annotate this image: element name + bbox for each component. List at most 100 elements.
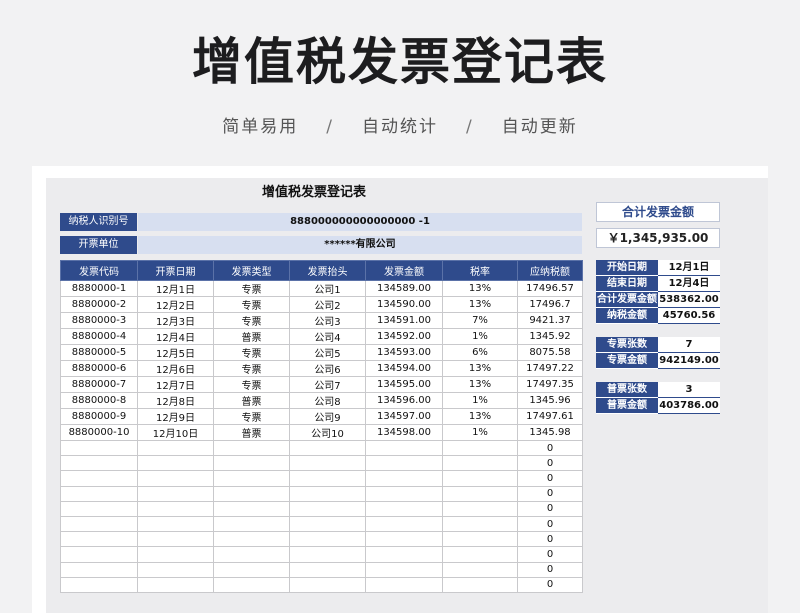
- table-cell[interactable]: [289, 561, 366, 578]
- table-cell[interactable]: 12月3日: [137, 312, 214, 329]
- table-cell[interactable]: [137, 470, 214, 487]
- table-cell[interactable]: 1%: [442, 424, 518, 441]
- table-cell[interactable]: [442, 485, 518, 502]
- table-cell[interactable]: 134594.00: [365, 360, 443, 377]
- table-cell[interactable]: 13%: [442, 408, 518, 425]
- table-cell[interactable]: [213, 455, 290, 472]
- table-cell[interactable]: [137, 485, 214, 502]
- table-cell[interactable]: 公司3: [289, 312, 366, 329]
- table-cell[interactable]: 8880000-3: [60, 312, 138, 329]
- table-cell[interactable]: 12月7日: [137, 376, 214, 393]
- table-cell[interactable]: [442, 561, 518, 578]
- table-cell[interactable]: 专票: [213, 344, 290, 361]
- table-cell[interactable]: 12月10日: [137, 424, 214, 441]
- table-cell[interactable]: 13%: [442, 360, 518, 377]
- table-cell[interactable]: [60, 455, 138, 472]
- table-cell[interactable]: 9421.37: [517, 312, 583, 329]
- table-cell[interactable]: 公司6: [289, 360, 366, 377]
- table-cell[interactable]: 134589.00: [365, 280, 443, 297]
- table-cell[interactable]: [213, 515, 290, 533]
- table-cell[interactable]: [137, 561, 214, 578]
- table-cell[interactable]: [137, 515, 214, 533]
- table-cell[interactable]: 134597.00: [365, 408, 443, 425]
- table-cell[interactable]: 8880000-1: [60, 280, 138, 297]
- table-cell[interactable]: [365, 546, 443, 563]
- table-cell[interactable]: 0: [517, 470, 583, 487]
- table-cell[interactable]: 专票: [213, 376, 290, 393]
- taxpayer-id-value[interactable]: 888000000000000000 -1: [138, 213, 582, 231]
- table-cell[interactable]: [213, 500, 290, 517]
- table-cell[interactable]: [213, 531, 290, 548]
- table-cell[interactable]: 13%: [442, 376, 518, 393]
- table-cell[interactable]: 17496.7: [517, 296, 583, 313]
- table-cell[interactable]: 12月9日: [137, 408, 214, 425]
- table-cell[interactable]: [213, 546, 290, 563]
- table-cell[interactable]: 公司5: [289, 344, 366, 361]
- table-cell[interactable]: 134596.00: [365, 392, 443, 409]
- table-cell[interactable]: 公司9: [289, 408, 366, 425]
- table-cell[interactable]: 13%: [442, 296, 518, 313]
- table-cell[interactable]: 12月6日: [137, 360, 214, 377]
- table-cell[interactable]: [60, 439, 138, 457]
- table-cell[interactable]: 7%: [442, 312, 518, 329]
- table-cell[interactable]: [365, 470, 443, 487]
- table-cell[interactable]: 普票: [213, 392, 290, 409]
- table-cell[interactable]: 17497.61: [517, 408, 583, 425]
- table-cell[interactable]: 公司2: [289, 296, 366, 313]
- table-cell[interactable]: 公司8: [289, 392, 366, 409]
- table-cell[interactable]: [365, 455, 443, 472]
- table-cell[interactable]: 0: [517, 439, 583, 457]
- table-cell[interactable]: 普票: [213, 328, 290, 345]
- table-cell[interactable]: [213, 485, 290, 502]
- table-cell[interactable]: [442, 455, 518, 472]
- table-cell[interactable]: 8880000-8: [60, 392, 138, 409]
- table-cell[interactable]: [137, 439, 214, 457]
- table-cell[interactable]: [60, 561, 138, 578]
- table-cell[interactable]: 0: [517, 455, 583, 472]
- table-cell[interactable]: 8880000-6: [60, 360, 138, 377]
- table-cell[interactable]: 17497.22: [517, 360, 583, 377]
- table-cell[interactable]: 8075.58: [517, 344, 583, 361]
- table-cell[interactable]: [289, 515, 366, 533]
- table-cell[interactable]: [60, 546, 138, 563]
- table-cell[interactable]: 0: [517, 561, 583, 578]
- table-cell[interactable]: [442, 531, 518, 548]
- table-cell[interactable]: [442, 439, 518, 457]
- table-cell[interactable]: 134592.00: [365, 328, 443, 345]
- table-cell[interactable]: 134598.00: [365, 424, 443, 441]
- table-cell[interactable]: 专票: [213, 408, 290, 425]
- table-cell[interactable]: [365, 576, 443, 593]
- table-cell[interactable]: [137, 455, 214, 472]
- issuer-value[interactable]: ******有限公司: [138, 236, 582, 254]
- table-cell[interactable]: 12月4日: [137, 328, 214, 345]
- table-cell[interactable]: 8880000-4: [60, 328, 138, 345]
- table-cell[interactable]: 8880000-9: [60, 408, 138, 425]
- table-cell[interactable]: [213, 576, 290, 593]
- table-cell[interactable]: [442, 470, 518, 487]
- table-cell[interactable]: [213, 470, 290, 487]
- table-cell[interactable]: 8880000-5: [60, 344, 138, 361]
- table-cell[interactable]: 6%: [442, 344, 518, 361]
- table-cell[interactable]: [442, 515, 518, 533]
- table-cell[interactable]: [60, 485, 138, 502]
- table-cell[interactable]: 134595.00: [365, 376, 443, 393]
- table-cell[interactable]: 专票: [213, 360, 290, 377]
- table-cell[interactable]: 1345.96: [517, 392, 583, 409]
- table-cell[interactable]: 1%: [442, 328, 518, 345]
- table-cell[interactable]: [442, 546, 518, 563]
- table-cell[interactable]: [60, 531, 138, 548]
- table-cell[interactable]: 8880000-10: [60, 424, 138, 441]
- table-cell[interactable]: [213, 561, 290, 578]
- table-cell[interactable]: 1345.98: [517, 424, 583, 441]
- table-cell[interactable]: 公司7: [289, 376, 366, 393]
- table-cell[interactable]: [365, 531, 443, 548]
- table-cell[interactable]: 12月5日: [137, 344, 214, 361]
- table-cell[interactable]: 134590.00: [365, 296, 443, 313]
- table-cell[interactable]: [365, 439, 443, 457]
- table-cell[interactable]: 0: [517, 485, 583, 502]
- table-cell[interactable]: 普票: [213, 424, 290, 441]
- table-cell[interactable]: [289, 470, 366, 487]
- table-cell[interactable]: 17496.57: [517, 280, 583, 297]
- table-cell[interactable]: [289, 576, 366, 593]
- table-cell[interactable]: [60, 500, 138, 517]
